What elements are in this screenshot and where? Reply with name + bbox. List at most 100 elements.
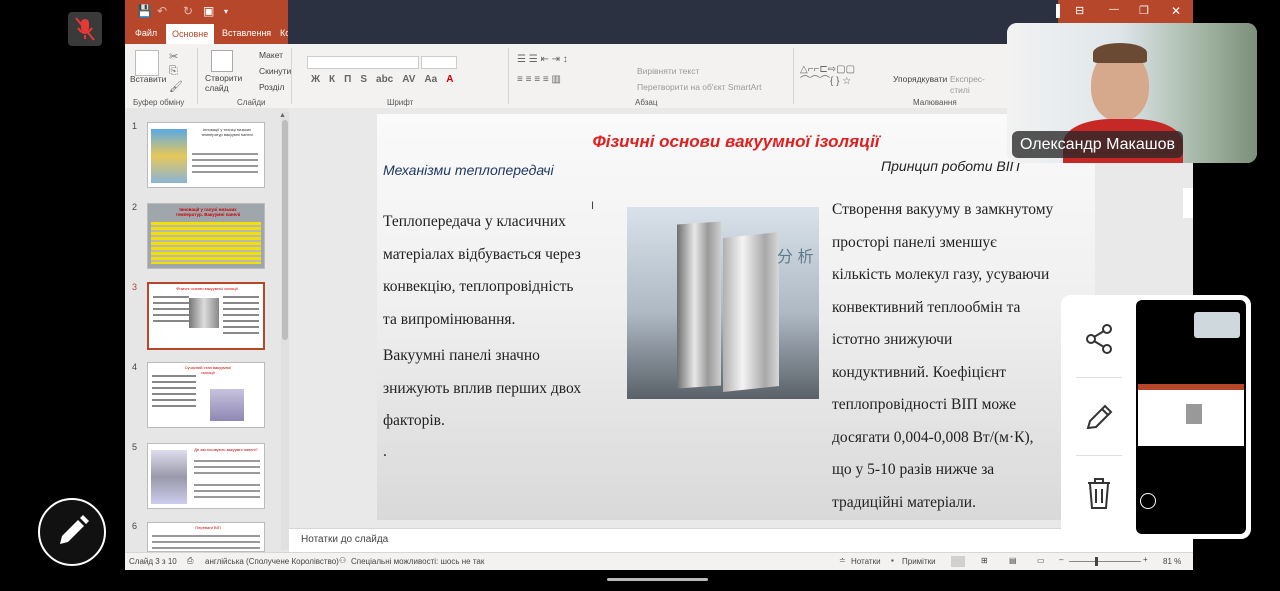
slide-title[interactable]: Фізичні основи вакуумної ізоляції	[377, 132, 1095, 152]
thumb-number: 5	[132, 442, 138, 452]
underline-button[interactable]: П	[344, 74, 351, 85]
section-button[interactable]: Розділ	[259, 82, 284, 92]
vacuum-panel-photo[interactable]: 分 析	[627, 207, 819, 399]
right-line: Створення вакууму в замкнутому	[832, 201, 1054, 218]
left-text-block-2[interactable]: Вакуумні панелі значно знижують вплив пе…	[383, 340, 619, 438]
zoom-level[interactable]: 81 %	[1163, 557, 1181, 566]
slide-thumbnail-3[interactable]: Фізичні основи вакуумної ізоляції	[147, 282, 265, 350]
tab-home[interactable]: Основне	[166, 24, 215, 44]
redo-icon[interactable]: ↻	[183, 4, 193, 18]
shadow-button[interactable]: S	[360, 74, 367, 85]
slide-thumbnail-1[interactable]: Інновації у техніці низьких температур в…	[147, 122, 265, 188]
font-name-box[interactable]	[307, 56, 419, 69]
share-button[interactable]	[1076, 322, 1122, 361]
left-line: та випромінювання.	[383, 310, 516, 328]
strikethrough-button[interactable]: abc	[376, 74, 393, 85]
notes-icon[interactable]: ≐	[839, 556, 846, 565]
slide-thumbnail-4[interactable]: Сучасний стан вакуумної ізоляції	[147, 362, 265, 428]
comments-toggle[interactable]: Примітки	[902, 557, 936, 566]
zoom-slider[interactable]	[1069, 561, 1141, 562]
current-slide[interactable]: Фізичні основи вакуумної ізоляції Механі…	[377, 114, 1095, 520]
slide-sorter-icon[interactable]: ⊞	[981, 556, 988, 565]
notes-placeholder[interactable]: Нотатки до слайда	[301, 534, 388, 545]
thumb-text-lines	[153, 296, 189, 298]
thumbnail-scroll-thumb[interactable]	[282, 120, 288, 340]
minimize-icon[interactable]: —	[1109, 4, 1119, 15]
save-icon[interactable]: 💾	[137, 4, 152, 18]
bold-button[interactable]: Ж	[311, 74, 320, 85]
right-heading[interactable]: Принцип роботи ВІП	[881, 158, 1020, 174]
panel-shape-left	[677, 221, 721, 389]
mic-muted-button[interactable]	[68, 12, 102, 46]
copy-icon[interactable]: ⎘	[169, 65, 178, 78]
right-text-block[interactable]: Створення вакууму в замкнутому просторі …	[832, 194, 1094, 519]
delete-screenshot-button[interactable]	[1076, 476, 1122, 515]
italic-button[interactable]: К	[329, 74, 335, 85]
card-divider	[1076, 455, 1122, 456]
text-direction-button[interactable]: Вирівняти текст	[637, 66, 699, 76]
scroll-up-icon[interactable]: ▲	[279, 112, 286, 119]
edit-screenshot-button[interactable]	[1076, 400, 1122, 439]
left-line: Теплопередача у класичних	[383, 213, 566, 230]
convert-smartart-button[interactable]: Перетворити на об'єкт SmartArt	[637, 82, 761, 92]
layout-button[interactable]: Макет	[259, 50, 283, 60]
new-slide-button[interactable]: Створити слайд	[205, 73, 245, 93]
undo-icon[interactable]: ↶	[157, 4, 167, 18]
ribbon-separator	[197, 48, 198, 104]
tab-insert[interactable]: Вставлення	[222, 28, 271, 38]
floating-edit-button[interactable]	[38, 498, 106, 566]
restore-icon[interactable]: ❐	[1139, 4, 1149, 17]
left-line: факторів.	[383, 412, 445, 429]
left-line: Вакуумні панелі значно	[383, 347, 540, 364]
thumb-caption: Сучасний стан вакуумної ізоляції	[184, 365, 232, 375]
canvas-scroll-thumb[interactable]	[1183, 188, 1193, 218]
right-line: теплопровідності ВІП може	[832, 396, 1017, 413]
spacing-button[interactable]: AV	[402, 74, 415, 85]
accessibility-status[interactable]: Спеціальні можливості: шось не так	[351, 557, 484, 566]
slide-thumbnail-5[interactable]: Де застосовують вакуумні панелі?	[147, 443, 265, 509]
zoom-in-icon[interactable]: +	[1143, 555, 1148, 564]
cut-icon[interactable]: ✂	[169, 50, 178, 63]
format-painter-icon[interactable]: 🖌	[169, 80, 183, 93]
slide-counter: Слайд 3 з 10	[129, 557, 177, 566]
tab-file[interactable]: Файл	[135, 28, 157, 38]
screenshot-preview[interactable]	[1136, 300, 1246, 534]
close-icon[interactable]: ✕	[1171, 4, 1181, 18]
normal-view-button[interactable]	[951, 556, 965, 567]
zoom-slider-handle[interactable]	[1095, 557, 1098, 566]
home-gesture-pill[interactable]	[607, 578, 708, 581]
participant-hair	[1093, 43, 1147, 63]
zoom-out-icon[interactable]: –	[1059, 555, 1063, 564]
reading-view-icon[interactable]: ▤	[1009, 556, 1017, 565]
arrange-button[interactable]: Упорядкувати	[893, 74, 947, 84]
thumb-caption: Де застосовують вакуумні панелі?	[194, 447, 258, 452]
present-icon[interactable]: ▣	[203, 4, 214, 18]
font-size-box[interactable]	[421, 56, 457, 69]
panel-shape-right	[723, 232, 779, 392]
notes-pane[interactable]: Нотатки до слайда	[289, 528, 1193, 553]
paste-icon[interactable]	[135, 50, 159, 76]
slide-thumbnail-2[interactable]: Інновації у галузі низьких температур. В…	[147, 203, 265, 269]
left-text-block[interactable]: Теплопередача у класичних матеріалах від…	[383, 206, 619, 336]
font-color-button[interactable]: A	[446, 74, 453, 85]
slideshow-icon[interactable]: ▭	[1037, 556, 1045, 565]
quick-styles-button[interactable]: Експрес-стилі	[950, 74, 990, 96]
ribbon-display-icon[interactable]: ⊟	[1075, 4, 1084, 17]
accessibility-icon[interactable]: ⚇	[339, 556, 346, 565]
paste-button[interactable]: Вставити	[130, 74, 166, 84]
bullets-icon[interactable]: ☰ ☰ ⇤ ⇥ ↕	[517, 54, 568, 65]
font-format-buttons[interactable]: Ж К П S abc AV Aa A	[311, 74, 453, 85]
language-indicator[interactable]: англійська (Сполучене Королівство)	[205, 557, 339, 566]
new-slide-icon[interactable]	[211, 50, 233, 72]
align-icons[interactable]: ≡ ≡ ≡ ≡ ▥	[517, 74, 561, 85]
notes-toggle[interactable]: Нотатки	[851, 557, 881, 566]
spellcheck-icon[interactable]: ⎙	[187, 556, 193, 566]
comments-icon[interactable]: ▪	[891, 556, 894, 565]
shapes-gallery[interactable]: △⌐⌐⊏⇨▢▢ ⌒⌒⌒{ } ☆	[800, 64, 882, 88]
qat-more-icon[interactable]: ▾	[224, 7, 228, 16]
slide-thumbnail-6[interactable]: Переваги ВІП	[147, 522, 265, 552]
thumb-image	[210, 389, 244, 421]
reset-button[interactable]: Скинути	[259, 66, 291, 76]
left-heading[interactable]: Механізми теплопередачі	[383, 162, 554, 178]
change-case-button[interactable]: Aa	[424, 74, 437, 85]
